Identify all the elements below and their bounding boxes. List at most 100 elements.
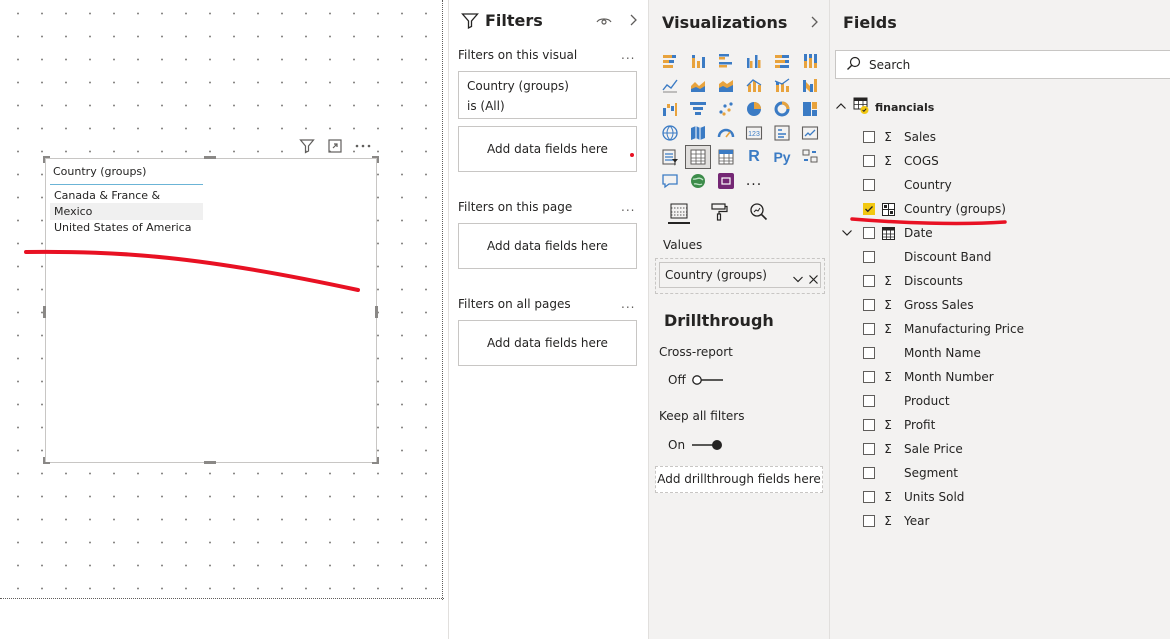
line-chart-icon[interactable] (658, 74, 682, 96)
eye-icon[interactable] (596, 14, 612, 31)
filter-icon[interactable] (298, 137, 316, 155)
keep-all-filters-toggle[interactable]: On (668, 438, 723, 452)
slicer-item[interactable]: United States of America (50, 219, 203, 236)
fields-well-icon[interactable] (668, 200, 690, 224)
checkbox[interactable] (863, 443, 875, 455)
arcgis-icon[interactable] (686, 170, 710, 192)
focus-mode-icon[interactable] (326, 137, 344, 155)
line-stacked-column-icon[interactable] (770, 74, 794, 96)
more-options-icon[interactable]: ... (621, 200, 635, 214)
resize-handle[interactable] (377, 156, 379, 163)
power-apps-icon[interactable] (714, 170, 738, 192)
clustered-column-icon[interactable] (742, 50, 766, 72)
kpi-icon[interactable] (798, 122, 822, 144)
checkbox[interactable] (863, 491, 875, 503)
checkbox[interactable] (863, 395, 875, 407)
field-item[interactable]: Σ Gross Sales (863, 294, 974, 316)
add-visual-filter-well[interactable]: Add data fields here (458, 126, 637, 172)
add-report-filter-well[interactable]: Add data fields here (458, 320, 637, 366)
area-chart-icon[interactable] (686, 74, 710, 96)
checkbox[interactable] (863, 515, 875, 527)
table-financials[interactable]: financials (835, 96, 934, 118)
field-item[interactable]: Σ Manufacturing Price (863, 318, 1024, 340)
resize-handle[interactable] (43, 457, 45, 464)
scatter-icon[interactable] (714, 98, 738, 120)
filter-card-country-groups[interactable]: Country (groups) is (All) (458, 71, 637, 119)
add-page-filter-well[interactable]: Add data fields here (458, 223, 637, 269)
card-icon[interactable]: 123 (742, 122, 766, 144)
cross-report-toggle[interactable]: Off (668, 373, 724, 387)
resize-handle[interactable] (204, 461, 216, 464)
r-visual-icon[interactable]: R (742, 146, 766, 168)
field-item[interactable]: Country (groups) (863, 198, 1006, 220)
stacked-area-icon[interactable] (714, 74, 738, 96)
table-icon[interactable] (685, 145, 711, 169)
close-icon[interactable] (808, 269, 819, 293)
100-stacked-bar-icon[interactable] (770, 50, 794, 72)
values-well[interactable]: Country (groups) (655, 258, 825, 294)
field-item[interactable]: Σ Profit (863, 414, 935, 436)
field-item[interactable]: Σ COGS (863, 150, 939, 172)
clustered-bar-icon[interactable] (714, 50, 738, 72)
more-options-icon[interactable]: ... (621, 48, 635, 62)
python-visual-icon[interactable]: Py (770, 146, 794, 168)
checkbox[interactable] (863, 323, 875, 335)
chevron-right-icon[interactable] (808, 15, 820, 32)
waterfall-icon[interactable] (658, 98, 682, 120)
checkbox[interactable] (863, 299, 875, 311)
map-icon[interactable] (658, 122, 682, 144)
checkbox[interactable] (863, 467, 875, 479)
checkbox[interactable] (863, 155, 875, 167)
checkbox[interactable] (863, 203, 875, 215)
field-item[interactable]: Segment (863, 462, 958, 484)
field-item[interactable]: Σ Sales (863, 126, 936, 148)
analytics-magnifier-icon[interactable] (748, 200, 770, 224)
key-influencers-icon[interactable] (798, 146, 822, 168)
chevron-up-icon[interactable] (835, 100, 847, 114)
format-paint-roller-icon[interactable] (708, 200, 730, 224)
chevron-down-icon[interactable] (792, 269, 804, 293)
field-item[interactable]: Σ Units Sold (863, 486, 964, 508)
field-item[interactable]: Country (863, 174, 952, 196)
field-item[interactable]: Σ Month Number (863, 366, 994, 388)
checkbox[interactable] (863, 227, 875, 239)
checkbox[interactable] (863, 419, 875, 431)
field-item[interactable]: Σ Sale Price (863, 438, 963, 460)
ribbon-chart-icon[interactable] (798, 74, 822, 96)
resize-handle[interactable] (43, 156, 45, 163)
checkbox[interactable] (863, 251, 875, 263)
checkbox[interactable] (863, 179, 875, 191)
resize-handle[interactable] (204, 156, 216, 159)
multi-row-card-icon[interactable] (770, 122, 794, 144)
funnel-icon[interactable] (686, 98, 710, 120)
more-visuals-icon[interactable]: ... (742, 170, 766, 192)
values-field-pill[interactable]: Country (groups) (659, 262, 821, 288)
resize-handle[interactable] (375, 306, 378, 318)
slicer-icon[interactable] (658, 146, 682, 168)
search-box[interactable] (835, 50, 1170, 79)
chevron-down-icon[interactable] (841, 227, 853, 241)
slicer-item[interactable]: Mexico (50, 203, 203, 220)
slicer-visual[interactable]: Country (groups) Canada & France & Germa… (45, 158, 377, 463)
pie-chart-icon[interactable] (742, 98, 766, 120)
gauge-icon[interactable] (714, 122, 738, 144)
filled-map-icon[interactable] (686, 122, 710, 144)
checkbox[interactable] (863, 347, 875, 359)
field-item[interactable]: Month Name (863, 342, 981, 364)
field-item[interactable]: Date (842, 222, 933, 244)
checkbox[interactable] (863, 371, 875, 383)
drillthrough-well[interactable]: Add drillthrough fields here (655, 466, 823, 493)
more-options-icon[interactable] (354, 137, 372, 155)
more-options-icon[interactable]: ... (621, 297, 635, 311)
matrix-icon[interactable] (714, 146, 738, 168)
checkbox[interactable] (863, 131, 875, 143)
field-item[interactable]: Σ Discounts (863, 270, 963, 292)
line-column-icon[interactable] (742, 74, 766, 96)
stacked-column-icon[interactable] (686, 50, 710, 72)
field-item[interactable]: Σ Year (863, 510, 929, 532)
stacked-bar-icon[interactable] (658, 50, 682, 72)
resize-handle[interactable] (43, 306, 46, 318)
field-item[interactable]: Product (863, 390, 950, 412)
treemap-icon[interactable] (798, 98, 822, 120)
100-stacked-column-icon[interactable] (798, 50, 822, 72)
